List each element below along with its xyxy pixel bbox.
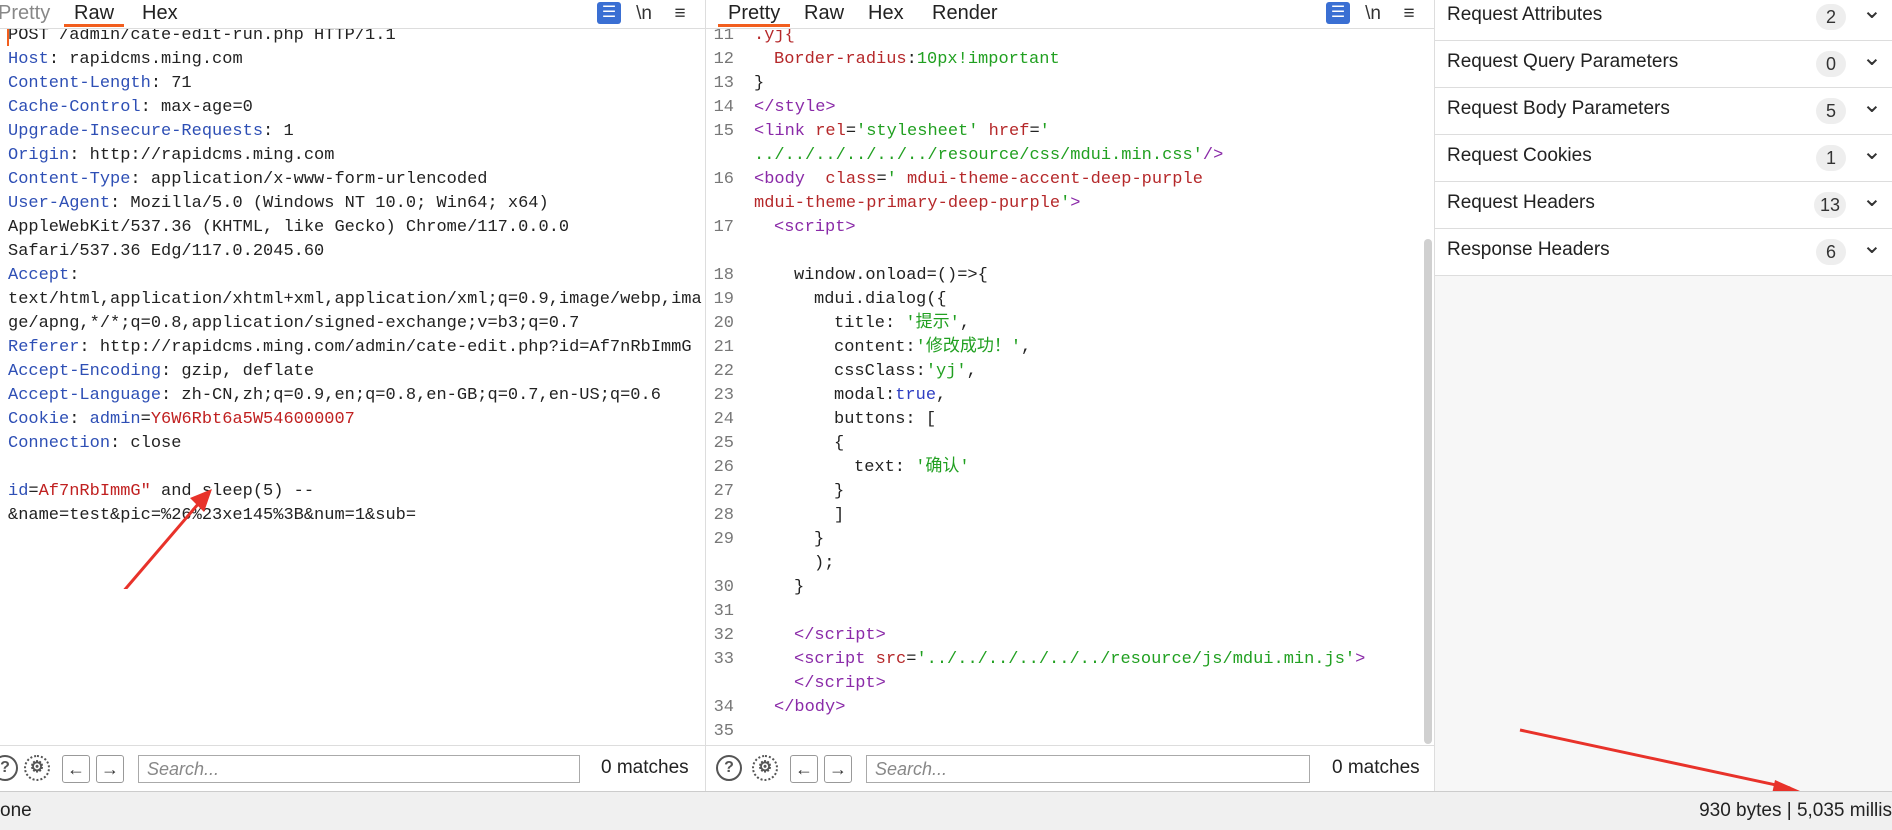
response-tabbar: Pretty Raw Hex Render ☰ \n ≡ — [706, 0, 1434, 29]
code-line: </script> — [794, 674, 886, 693]
settings-gear-icon[interactable]: ⚙ — [24, 755, 50, 781]
wrap-icon[interactable]: ☰ — [1326, 2, 1350, 24]
code-line: 21 content:'修改成功！', — [713, 338, 1032, 357]
menu-icon[interactable]: ≡ — [1397, 2, 1421, 26]
response-searchbar: ? ⚙ ← → 0 matches — [706, 745, 1434, 792]
code-line: 35 — [713, 722, 734, 741]
code-line: 17 <script> — [713, 218, 856, 237]
request-match-count: 0 matches — [601, 757, 689, 778]
settings-gear-icon[interactable]: ⚙ — [752, 755, 778, 781]
request-tab-pretty[interactable]: Pretty — [0, 0, 60, 27]
code-line: 19 mdui.dialog({ — [713, 290, 947, 309]
response-scrollbar[interactable] — [1424, 239, 1432, 744]
request-tabbar: Pretty Raw Hex ☰ \n ≡ — [0, 0, 705, 29]
code-line: 25{ — [713, 434, 845, 453]
next-match-button[interactable]: → — [824, 755, 852, 783]
code-line: 16 <body class=' mdui-theme-accent-deep-p… — [713, 170, 1203, 189]
arrow-shaft — [123, 495, 207, 589]
response-editor[interactable]: 11 .yj{ 12 Border-radius:10px!important 13… — [706, 29, 1434, 746]
prev-match-button[interactable]: ← — [790, 755, 818, 783]
prev-match-button[interactable]: ← — [62, 755, 90, 783]
next-match-button[interactable]: → — [96, 755, 124, 783]
request-editor[interactable]: POST /admin/cate-edit-run.php HTTP/1.1 Ho… — [0, 29, 705, 746]
request-tab-raw[interactable]: Raw — [64, 0, 125, 27]
code-line: ); — [814, 554, 835, 573]
code-line: 12 Border-radius:10px!important — [713, 50, 1060, 69]
response-tab-hex[interactable]: Hex — [858, 0, 914, 27]
code-line: 33 <script src='../../../../../../resourc… — [713, 650, 1366, 669]
code-line: 32 </script> — [713, 626, 886, 645]
request-search-input[interactable] — [138, 755, 580, 783]
newline-icon[interactable]: \n — [632, 2, 656, 26]
code-line: 18 window.onload=()=>{ — [713, 266, 988, 285]
code-line: 29} — [713, 530, 825, 549]
code-line: 30} — [713, 578, 805, 597]
code-line: 24 buttons: [ — [713, 410, 937, 429]
code-line: 13} — [713, 74, 765, 93]
request-searchbar: ? ⚙ ← → 0 matches — [0, 745, 705, 792]
arrow-shaft — [1519, 728, 1791, 790]
response-match-count: 0 matches — [1332, 757, 1420, 778]
wrap-icon[interactable]: ☰ — [597, 2, 621, 24]
code-line: 34 </body> — [713, 698, 846, 717]
code-line: 26 text: '确认' — [713, 458, 970, 477]
status-bar: one 930 bytes | 5,035 millis — [0, 791, 1892, 830]
annotation-arrow-status — [1519, 728, 1800, 792]
code-line: 31 — [713, 602, 734, 621]
help-icon[interactable]: ? — [716, 755, 742, 781]
code-line: 11 .yj{ — [713, 29, 795, 45]
code-line: 15 <link rel='stylesheet' href=' — [713, 122, 1050, 141]
code-line: 27} — [713, 482, 845, 501]
code-line: 23 modal:true, — [713, 386, 947, 405]
newline-icon[interactable]: \n — [1361, 2, 1385, 26]
help-icon[interactable]: ? — [0, 755, 18, 781]
code-line: mdui-theme-primary-deep-purple'> — [754, 194, 1081, 213]
annotation-arrow-request — [123, 489, 212, 589]
code-line: 28] — [713, 506, 845, 525]
code-line: 20 title: '提示', — [713, 314, 971, 333]
code-line: ../../../../../../resource/css/mdui.min.… — [754, 146, 1224, 165]
code-line: 14 </style> — [713, 98, 836, 117]
request-tab-hex[interactable]: Hex — [132, 0, 188, 27]
response-size-time: 930 bytes | 5,035 millis — [1699, 800, 1892, 821]
code-line: 22 cssClass:'yj', — [713, 362, 977, 381]
response-tab-render[interactable]: Render — [922, 0, 1008, 27]
request-pane: Pretty Raw Hex ☰ \n ≡ POST /admin/cate-e… — [0, 0, 706, 792]
inspector-pane: Request Attributes 2 ⌄ Request Query Parame… — [1435, 0, 1892, 792]
response-tab-raw[interactable]: Raw — [794, 0, 854, 27]
menu-icon[interactable]: ≡ — [668, 2, 692, 26]
response-pane: Pretty Raw Hex Render ☰ \n ≡ 11 .yj{ 12 Bo… — [706, 0, 1435, 792]
response-search-input[interactable] — [866, 755, 1310, 783]
status-text: one — [0, 800, 32, 821]
response-tab-pretty[interactable]: Pretty — [718, 0, 791, 27]
